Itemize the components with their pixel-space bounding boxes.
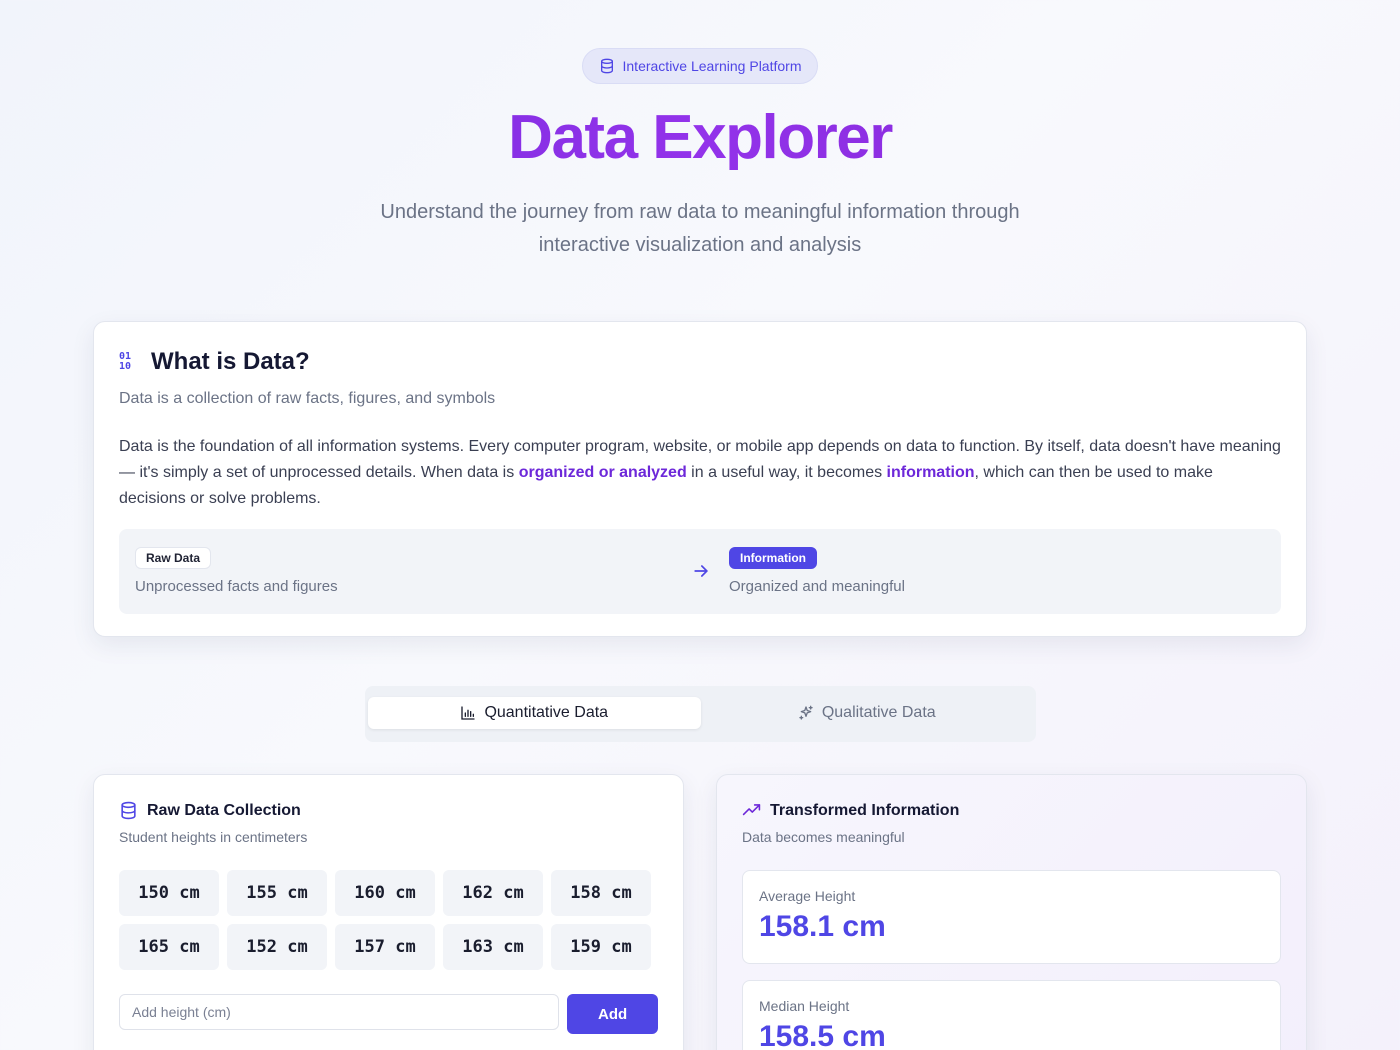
page-subtitle: Understand the journey from raw data to … — [380, 201, 1020, 256]
sparkles-icon — [799, 705, 813, 720]
card-title: What is Data? — [151, 348, 310, 375]
binary-icon: 01 10 — [119, 351, 132, 372]
raw-data-card: Raw Data Collection Student heights in c… — [93, 774, 684, 1050]
card-body-text: Data is the foundation of all informatio… — [119, 434, 1281, 512]
stat-value: 158.5 cm — [759, 1020, 886, 1050]
what-is-data-card: 01 10 What is Data? Data is a collection … — [93, 321, 1307, 637]
tab-qualitative[interactable]: Qualitative Data — [701, 697, 1034, 729]
bar-chart-icon — [461, 706, 476, 720]
flow-raw-data: Raw Data Unprocessed facts and figures — [135, 547, 338, 595]
raw-data-desc: Unprocessed facts and figures — [135, 578, 338, 595]
raw-data-header: Raw Data Collection — [119, 801, 658, 820]
tab-label: Qualitative Data — [821, 704, 936, 721]
height-value[interactable]: 165 cm — [119, 924, 219, 970]
hero-section: Interactive Learning Platform Data Explo… — [0, 0, 1400, 262]
height-value[interactable]: 150 cm — [119, 870, 219, 916]
transformed-description: Data becomes meaningful — [742, 829, 905, 845]
transformed-info-card: Transformed Information Data becomes mea… — [716, 774, 1307, 1050]
flow-information: Information Organized and meaningful — [729, 547, 905, 595]
height-value[interactable]: 159 cm — [551, 924, 651, 970]
add-height-row: Add — [119, 994, 658, 1034]
body-text-part: in a useful way, it becomes — [686, 464, 887, 481]
platform-badge: Interactive Learning Platform — [581, 48, 819, 84]
transformed-title: Transformed Information — [770, 801, 960, 819]
add-button[interactable]: Add — [567, 994, 658, 1034]
stat-median: Median Height 158.5 cm — [742, 980, 1281, 1050]
information-desc: Organized and meaningful — [729, 578, 905, 595]
height-value[interactable]: 158 cm — [551, 870, 651, 916]
height-value[interactable]: 160 cm — [335, 870, 435, 916]
data-flow-box: Raw Data Unprocessed facts and figures I… — [119, 529, 1281, 614]
arrow-right-icon — [694, 565, 708, 577]
raw-data-description: Student heights in centimeters — [119, 829, 308, 845]
transformed-header: Transformed Information — [742, 801, 1281, 820]
height-value[interactable]: 155 cm — [227, 870, 327, 916]
card-description: Data is a collection of raw facts, figur… — [119, 390, 496, 407]
database-icon — [121, 801, 136, 820]
height-value[interactable]: 163 cm — [443, 924, 543, 970]
data-type-tabs: Quantitative Data Qualitative Data — [365, 686, 1036, 742]
platform-badge-label: Interactive Learning Platform — [622, 58, 802, 74]
raw-data-title: Raw Data Collection — [147, 801, 301, 819]
highlight-information: information — [886, 464, 975, 481]
raw-data-tag: Raw Data — [135, 547, 212, 569]
information-tag: Information — [729, 547, 817, 569]
page-title: Data Explorer — [0, 106, 1400, 170]
height-value[interactable]: 157 cm — [335, 924, 435, 970]
stat-value: 158.1 cm — [759, 910, 886, 943]
stat-label: Average Height — [759, 888, 856, 904]
database-icon — [600, 58, 613, 74]
trending-up-icon — [742, 804, 761, 816]
height-value[interactable]: 162 cm — [443, 870, 543, 916]
highlight-organized: organized or analyzed — [518, 464, 687, 481]
card-header: 01 10 What is Data? — [119, 348, 1281, 376]
tab-quantitative[interactable]: Quantitative Data — [368, 697, 701, 729]
stat-label: Median Height — [759, 998, 850, 1014]
height-value[interactable]: 152 cm — [227, 924, 327, 970]
tab-label: Quantitative Data — [484, 704, 609, 721]
stat-average: Average Height 158.1 cm — [742, 870, 1281, 964]
add-height-input[interactable] — [119, 994, 560, 1030]
height-values-grid: 150 cm 155 cm 160 cm 162 cm 158 cm 165 c… — [119, 870, 658, 970]
